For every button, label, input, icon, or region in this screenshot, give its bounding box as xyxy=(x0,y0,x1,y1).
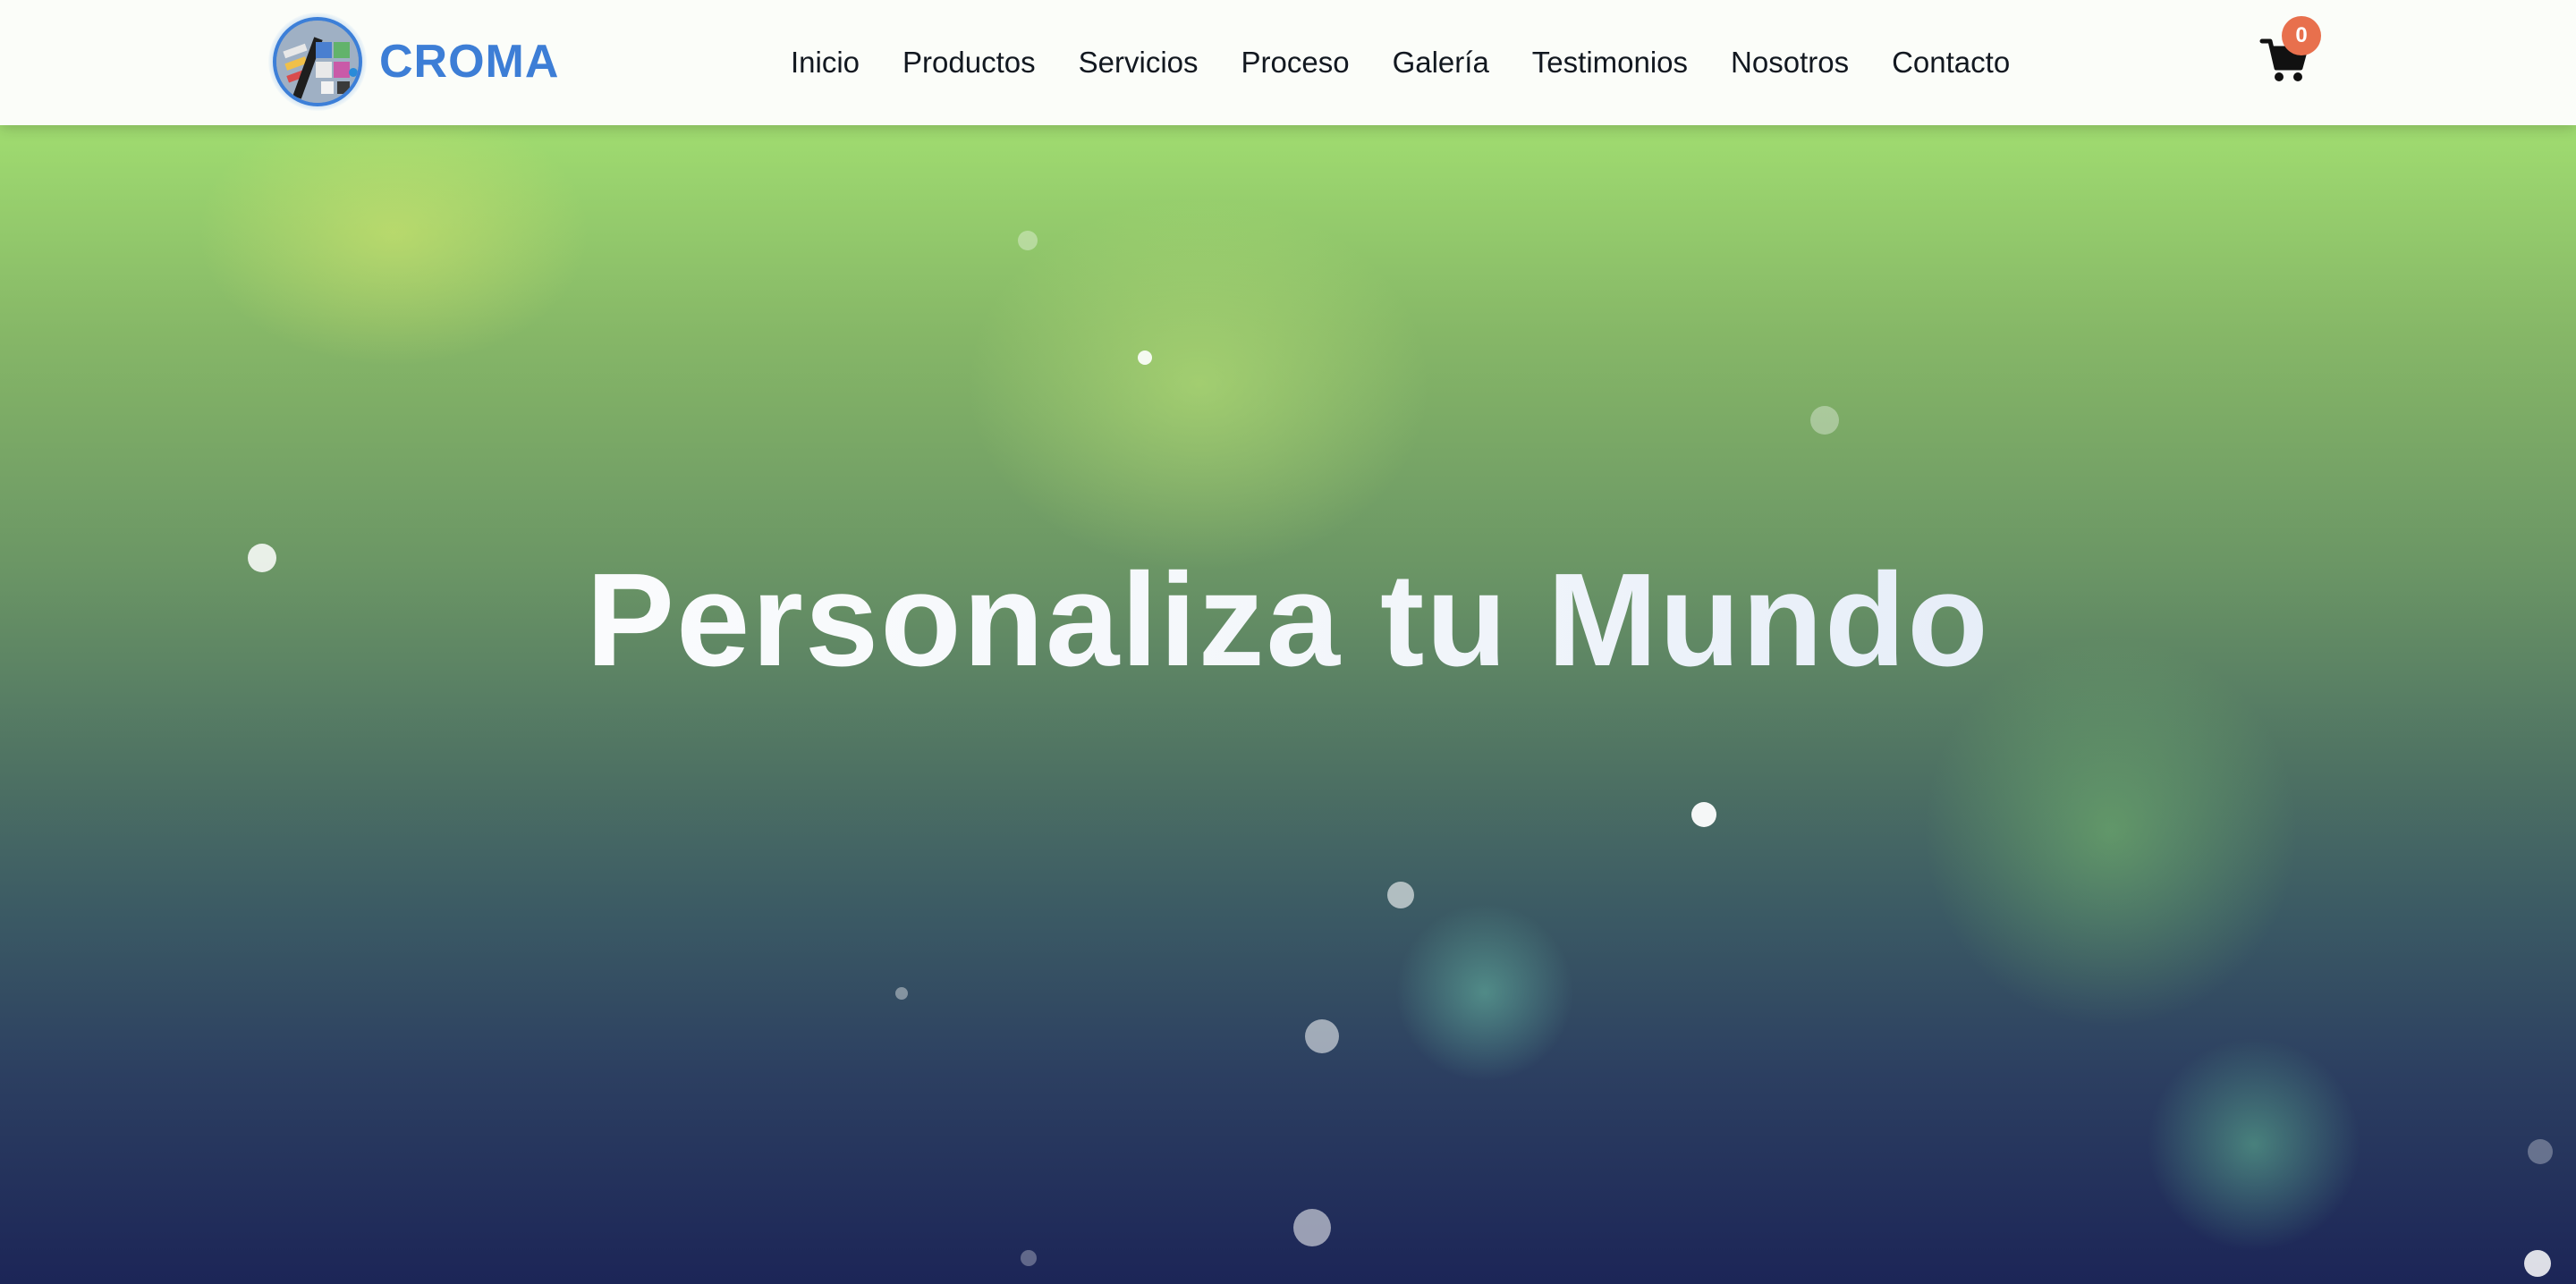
particle xyxy=(1305,1019,1339,1053)
particle xyxy=(1810,406,1839,435)
nav-link-productos[interactable]: Productos xyxy=(881,46,1057,80)
logo-glow xyxy=(268,13,367,111)
hero-glow-2 xyxy=(966,197,1431,572)
main-nav: Inicio Productos Servicios Proceso Galer… xyxy=(769,0,2031,125)
particle xyxy=(895,987,908,1000)
particle xyxy=(2528,1139,2553,1164)
hero-glow-4 xyxy=(1395,903,1574,1082)
nav-link-proceso[interactable]: Proceso xyxy=(1220,46,1371,80)
particle xyxy=(1387,882,1414,908)
particle xyxy=(1691,802,1716,827)
brand-name: CROMA xyxy=(379,36,560,88)
particle xyxy=(1138,351,1152,365)
cart-count-badge: 0 xyxy=(2282,16,2321,55)
hero-glow-5 xyxy=(2147,1037,2361,1252)
nav-link-servicios[interactable]: Servicios xyxy=(1057,46,1220,80)
nav-link-inicio[interactable]: Inicio xyxy=(769,46,881,80)
nav-link-galeria[interactable]: Galería xyxy=(1371,46,1511,80)
brand[interactable]: CROMA xyxy=(268,13,559,111)
hero-section: Personaliza tu Mundo xyxy=(0,125,2576,1284)
nav-link-contacto[interactable]: Contacto xyxy=(1870,46,2031,80)
navbar: CROMA Inicio Productos Servicios Proceso… xyxy=(0,0,2576,125)
hero-title: Personaliza tu Mundo xyxy=(0,545,2576,697)
nav-link-nosotros[interactable]: Nosotros xyxy=(1709,46,1870,80)
particle xyxy=(1018,231,1038,250)
particle xyxy=(1293,1209,1331,1246)
nav-link-testimonios[interactable]: Testimonios xyxy=(1511,46,1709,80)
hero-glow-1 xyxy=(197,125,590,367)
particle xyxy=(1021,1250,1037,1266)
croma-logo-icon xyxy=(273,17,362,106)
particle xyxy=(2524,1250,2551,1277)
